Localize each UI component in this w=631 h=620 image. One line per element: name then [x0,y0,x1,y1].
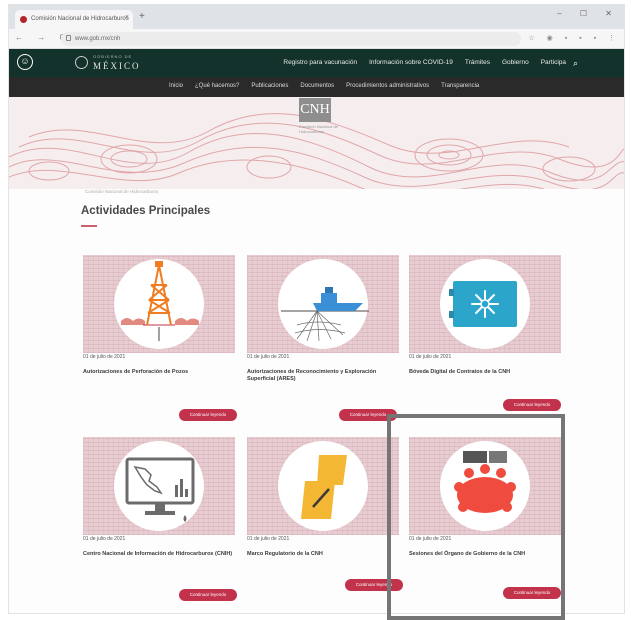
section-title: Actividades Principales [81,205,211,217]
cnh-nav-item[interactable]: Inicio [169,83,183,89]
digital-vault-icon [449,281,517,327]
card-date: 01 de julio de 2021 [83,536,126,542]
card-date: 01 de julio de 2021 [83,354,126,360]
continue-reading-button[interactable]: Continuar leyendo [503,399,561,411]
cnh-nav-items: Inicio ¿Qué hacemos? Publicaciones Document… [169,83,479,89]
drilling-rig-icon [121,261,199,341]
cnh-subnav: Inicio ¿Qué hacemos? Publicaciones Document… [9,77,624,97]
browser-tab-strip: Comisión Nacional de Hidrocarburos × + –… [9,5,624,29]
gob-logo-small-text: GOBIERNO DE [93,54,133,59]
gob-logo[interactable]: MÉXICO [93,61,141,71]
search-icon[interactable]: ⌕ [573,58,578,69]
card-image [247,437,399,535]
card-title[interactable]: Autorizaciones de Perforación de Pozos [83,369,233,376]
breadcrumb[interactable]: Comisión Nacional de Hidrocarburos [85,189,158,194]
hero-banner: CNH Comisión Nacional de Hidrocarburos [9,97,624,189]
url-text: www.gob.mx/cnh [75,36,121,42]
card-image [83,437,235,535]
regulatory-documents-icon [301,455,347,519]
card-date: 01 de julio de 2021 [247,536,290,542]
survey-ship-icon [281,287,369,342]
card-image [247,255,399,353]
card-date: 01 de julio de 2021 [409,354,452,360]
cnh-nav-item[interactable]: Transparencia [441,83,479,89]
favicon-icon [20,16,27,23]
gob-header: ☺ GOBIERNO DE MÉXICO Registro para vacun… [9,49,624,77]
gob-seal-icon [75,56,88,69]
lock-icon [66,35,71,41]
cnh-nav-item[interactable]: Documentos [300,83,334,89]
extension-icons[interactable]: ☆ ◉ ▪ ▪ ▪ ⋮ [528,34,620,42]
address-bar[interactable]: www.gob.mx/cnh [61,32,521,46]
card-image [409,255,561,353]
browser-toolbar: ← → C www.gob.mx/cnh ☆ ◉ ▪ ▪ ▪ ⋮ [9,29,624,49]
cnh-logo-subtitle: Comisión Nacional de Hidrocarburos [299,124,338,134]
cnh-nav-item[interactable]: Publicaciones [251,83,288,89]
card-title[interactable]: Autorizaciones de Reconocimiento y Explo… [247,369,397,383]
card-date: 01 de julio de 2021 [247,354,290,360]
cnh-nav-item[interactable]: ¿Qué hacemos? [195,83,239,89]
browser-tab[interactable]: Comisión Nacional de Hidrocarburos × [15,10,133,29]
card-image [83,255,235,353]
gob-nav: Registro para vacunación Información sobr… [283,59,566,66]
tab-title: Comisión Nacional de Hidrocarburos [31,16,129,22]
card-title[interactable]: Marco Regulatorio de la CNH [247,551,397,558]
new-tab-button[interactable]: + [139,11,145,22]
gob-nav-item[interactable]: Trámites [465,59,490,66]
gob-nav-item[interactable]: Información sobre COVID-19 [369,59,453,66]
accessibility-icon[interactable]: ☺ [17,54,33,70]
continue-reading-button[interactable]: Continuar leyendo [179,589,237,601]
cnh-nav-item[interactable]: Procedimientos administrativos [346,83,429,89]
gob-nav-item[interactable]: Participa [541,59,566,66]
continue-reading-button[interactable]: Continuar leyendo [179,409,237,421]
gob-nav-item[interactable]: Gobierno [502,59,529,66]
tab-close-button[interactable]: × [125,14,129,21]
cnh-logo[interactable]: CNH [299,98,331,122]
gob-nav-item[interactable]: Registro para vacunación [283,59,357,66]
window-controls[interactable]: – ☐ ✕ [557,9,620,18]
monitor-map-icon [125,457,195,522]
card-title[interactable]: Centro Nacional de Información de Hidroc… [83,551,233,558]
card-title[interactable]: Bóveda Digital de Contratos de la CNH [409,369,559,376]
title-underline [81,225,97,227]
highlight-box [387,414,565,620]
